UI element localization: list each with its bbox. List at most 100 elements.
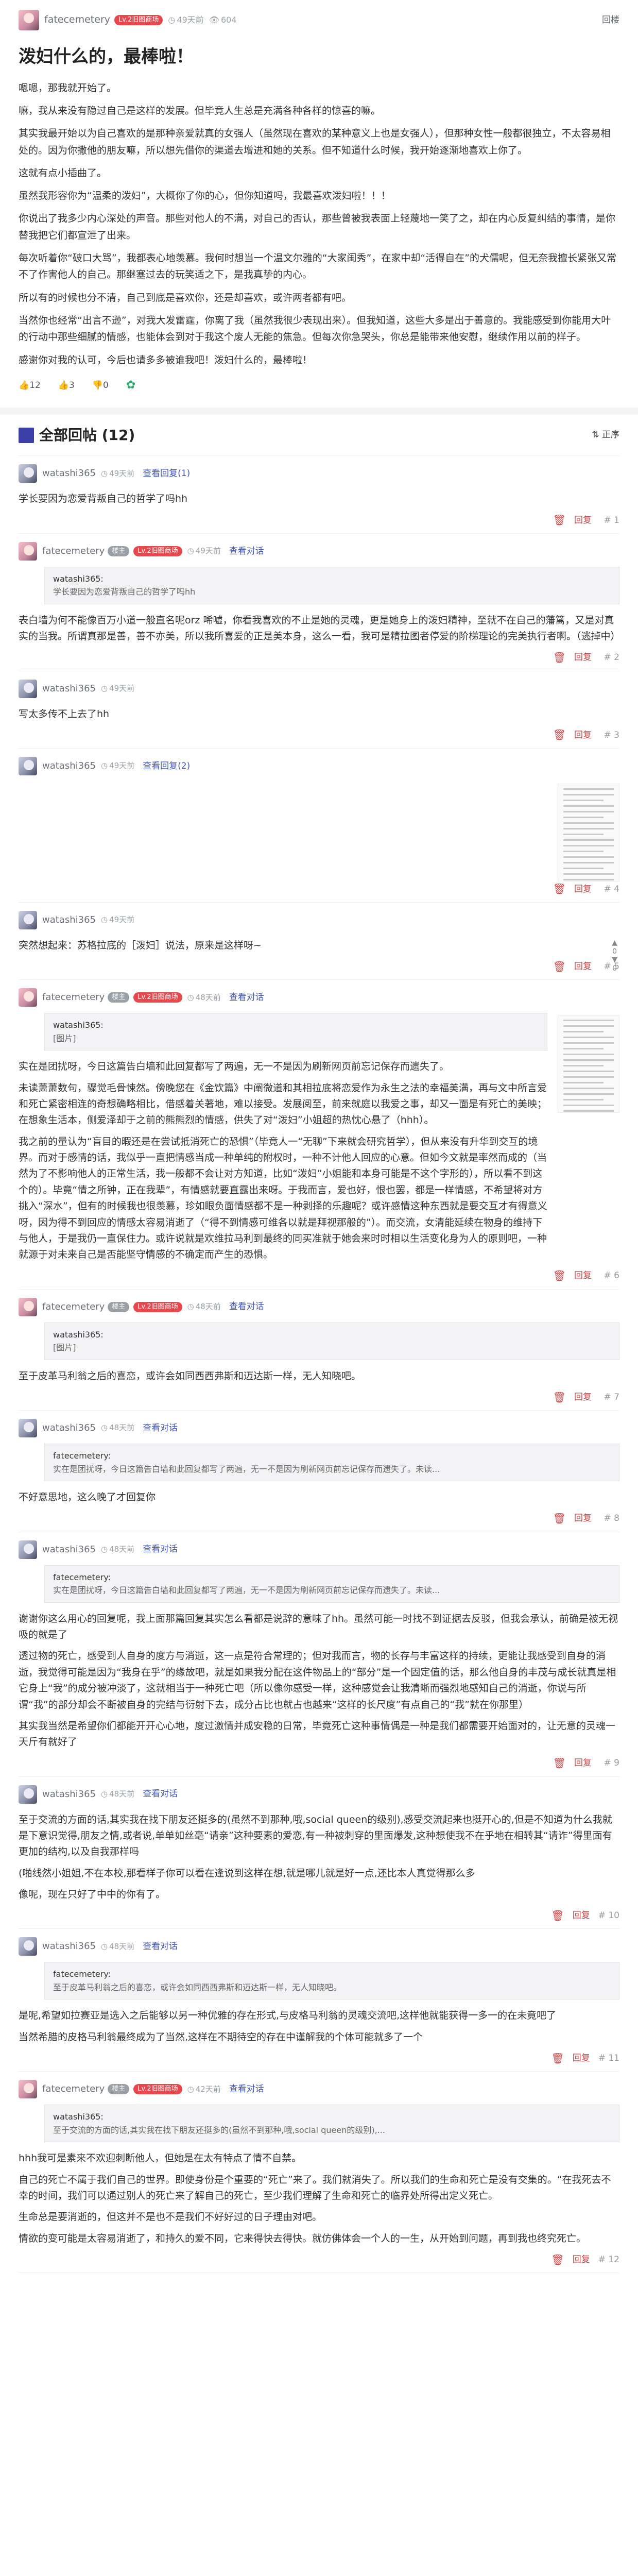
view-thread-link[interactable]: 查看回复(2) [143, 759, 190, 773]
commenter-name[interactable]: watashi365 [42, 759, 96, 773]
reply-button[interactable]: 回复 [574, 960, 592, 973]
post-paragraph: 这就有点小插曲了。 [19, 167, 107, 179]
post-paragraph: 每次听着你“破口大骂”，我都表心地羡慕。我何时想当一个温文尔雅的“大家闺秀”，在… [19, 252, 617, 281]
comment-item: watashi365 ◷ 49天前 写太多传不上去了hh 🗑 回复 # 3 [19, 671, 619, 749]
comment-body: 突然想起来：苏格拉底的［泼妇］说法，原来是这样呀~ [19, 938, 619, 954]
commenter-avatar[interactable] [19, 1540, 37, 1559]
trash-icon[interactable]: 🗑 [553, 1511, 566, 1527]
comment-footer: 🗑 回复 # 11 [19, 2050, 619, 2066]
view-thread-link[interactable]: 查看回复(1) [143, 467, 190, 480]
commenter-name[interactable]: watashi365 [42, 1421, 96, 1435]
comment-body: 至于皮革马利翁之后的喜恋，或许会如同西西弗斯和迈达斯一样，无人知晓吧。 [19, 1368, 619, 1384]
comment-time: ◷ 48天前 [187, 1301, 221, 1311]
downvote-count: 0 [612, 964, 617, 973]
commenter-name[interactable]: fatecemetery [42, 2082, 105, 2096]
commenter-name[interactable]: fatecemetery [42, 1300, 105, 1314]
floor-number: # 8 [603, 1513, 619, 1524]
trash-icon[interactable]: 🗑 [553, 650, 566, 666]
reply-button[interactable]: 回复 [574, 1756, 592, 1770]
trash-icon[interactable]: 🗑 [553, 1389, 566, 1405]
reply-button[interactable]: 回复 [574, 728, 592, 742]
clock-icon: ◷ [187, 2084, 194, 2094]
view-thread-link[interactable]: 查看对话 [143, 1787, 178, 1801]
trash-icon[interactable]: 🗑 [551, 2050, 564, 2066]
author-name[interactable]: fatecemetery [44, 12, 110, 27]
downvote-icon[interactable]: ▼ [612, 956, 617, 964]
commenter-avatar[interactable] [19, 988, 37, 1007]
upvote-icon[interactable]: ▲ [612, 939, 617, 947]
reply-button[interactable]: 回复 [573, 2052, 590, 2065]
commenter-name[interactable]: watashi365 [42, 682, 96, 696]
commenter-avatar[interactable] [19, 464, 37, 483]
view-thread-link[interactable]: 查看对话 [143, 1940, 178, 1953]
view-thread-link[interactable]: 查看对话 [229, 2082, 264, 2096]
comment-footer: 🗑 回复 # 1 [19, 513, 619, 528]
comment-paragraph: 不好意思地，这么晚了才回复你 [19, 1492, 156, 1503]
agree-button[interactable]: 👍3 [58, 379, 75, 392]
trash-icon[interactable]: 🗑 [553, 959, 566, 975]
reply-button[interactable]: 回复 [574, 1269, 592, 1282]
clock-icon: ◷ [100, 761, 108, 771]
author-avatar[interactable] [19, 10, 39, 30]
reply-button[interactable]: 回复 [574, 1391, 592, 1404]
view-thread-link[interactable]: 查看对话 [229, 991, 264, 1004]
trash-icon[interactable]: 🗑 [553, 1268, 566, 1284]
commenter-name[interactable]: fatecemetery [42, 544, 105, 558]
view-thread-link[interactable]: 查看对话 [229, 545, 264, 558]
reply-button[interactable]: 回复 [573, 1909, 590, 1922]
attached-image[interactable] [558, 1015, 619, 1113]
comment-item: watashi365 ◷ 48天前 查看对话 fatecemetery: 至于皮革马利翁之… [19, 1929, 619, 2072]
commenter-avatar[interactable] [19, 756, 37, 775]
post-paragraph: 嗯嗯，那我就开始了。 [19, 82, 117, 94]
commenter-avatar[interactable] [19, 1785, 37, 1804]
reply-button[interactable]: 回复 [574, 651, 592, 664]
trash-icon[interactable]: 🗑 [553, 727, 566, 743]
commenter-avatar[interactable] [19, 679, 37, 698]
commenter-name[interactable]: watashi365 [42, 1939, 96, 1954]
comment-paragraph: 表白墙为何不能像百万小道一般直名呢orz 唏嘘，你看我喜欢的不止是她的灵魂，更是… [19, 614, 620, 642]
jump-floor-link[interactable]: 回楼 [602, 13, 619, 27]
commenter-name[interactable]: watashi365 [42, 913, 96, 927]
wechat-share-button[interactable]: ✿ [126, 377, 135, 394]
commenter-avatar[interactable] [19, 2080, 37, 2099]
trash-icon[interactable]: 🗑 [553, 1755, 566, 1771]
eye-icon: 👁 [209, 14, 219, 25]
post-actions: 👍12 👍3 👎0 ✿ [19, 377, 619, 394]
sort-dropdown[interactable]: ⇅ 正序 [592, 428, 619, 442]
trash-icon[interactable]: 🗑 [553, 881, 566, 897]
commenter-avatar[interactable] [19, 1419, 37, 1438]
commenter-name[interactable]: fatecemetery [42, 990, 105, 1005]
dislike-button[interactable]: 👎0 [92, 379, 109, 392]
trash-icon[interactable]: 🗑 [551, 1908, 564, 1924]
comment-body: 不好意思地，这么晚了才回复你 [19, 1489, 619, 1505]
view-thread-link[interactable]: 查看对话 [143, 1543, 178, 1556]
comment-header: watashi365 ◷ 49天前 查看回复(2) [19, 756, 619, 775]
comment-footer: 🗑 回复 # 12 [19, 2252, 619, 2267]
trash-icon[interactable]: 🗑 [551, 2252, 564, 2268]
page: fatecemetery Lv.2旧图商场 ◷ 49天前 👁 604 回楼 泼妇什么… [0, 0, 638, 2274]
comment-body: 表白墙为何不能像百万小道一般直名呢orz 唏嘘，你看我喜欢的不止是她的灵魂，更是… [19, 613, 620, 645]
commenter-avatar[interactable] [19, 1937, 37, 1956]
commenter-name[interactable]: watashi365 [42, 1787, 96, 1802]
commenter-name[interactable]: watashi365 [42, 466, 96, 481]
like-button[interactable]: 👍12 [19, 379, 41, 392]
quoted-reply: watashi365: [图片] [44, 1322, 619, 1360]
commenter-name[interactable]: watashi365 [42, 1543, 96, 1557]
reply-button[interactable]: 回复 [574, 883, 592, 896]
trash-icon[interactable]: 🗑 [553, 512, 566, 528]
commenter-avatar[interactable] [19, 541, 37, 561]
commenter-avatar[interactable] [19, 910, 37, 929]
commenter-avatar[interactable] [19, 1297, 37, 1316]
attached-image[interactable] [558, 783, 619, 882]
reply-button[interactable]: 回复 [574, 1512, 592, 1525]
reply-button[interactable]: 回复 [574, 514, 592, 527]
view-thread-link[interactable]: 查看对话 [143, 1421, 178, 1435]
reply-button[interactable]: 回复 [573, 2253, 590, 2266]
comment-paragraph: 像呢，现在只好了中中的你有了。 [19, 1888, 166, 1900]
quoted-reply: fatecemetery: 至于皮革马利翁之后的喜恋，或许会如同西西弗斯和迈达斯一… [44, 1962, 619, 2000]
comment-item: watashi365 ◷ 49天前 突然想起来：苏格拉底的［泼妇］说法，原来是这样呀~… [19, 903, 619, 980]
comment-header: watashi365 ◷ 49天前 [19, 679, 619, 698]
clock-icon: ◷ [187, 992, 194, 1002]
level-badge: Lv.2旧图商场 [133, 546, 182, 556]
view-thread-link[interactable]: 查看对话 [229, 1300, 264, 1313]
